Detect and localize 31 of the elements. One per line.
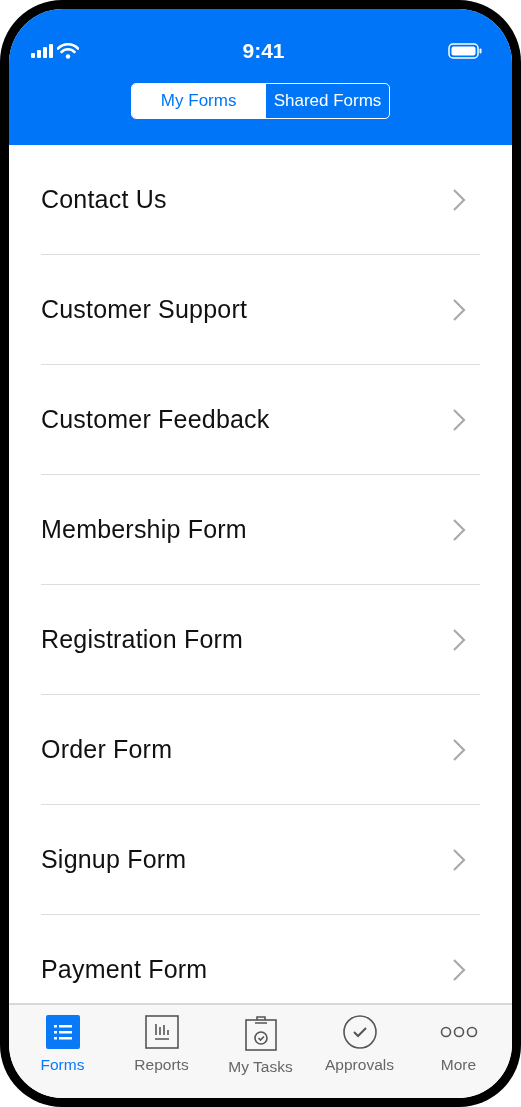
bar-chart-icon [144,1015,179,1049]
list-icon [45,1015,80,1049]
chevron-icon [452,737,466,762]
chevron-icon [452,187,466,212]
chevron-icon [452,957,466,982]
segment-tab[interactable]: Shared Forms [265,84,390,118]
form-title[interactable]: Membership Form [41,510,247,549]
clipboard-icon [244,1015,277,1051]
wifi-icon [57,43,79,59]
clock-time: 9:41 [242,38,285,65]
checkmark-circle-icon [342,1015,377,1049]
form-title[interactable]: Customer Support [41,290,248,329]
segment-tab[interactable]: My Forms [131,84,266,118]
tab-bar-item[interactable]: Approvals [314,1015,405,1098]
form-title[interactable]: Payment Form [41,950,208,989]
chevron-icon [452,517,466,542]
form-title[interactable]: Order Form [41,730,173,769]
form-title[interactable]: Signup Form [41,840,187,879]
chevron-icon [452,297,466,322]
tab-bar-item[interactable]: Reports [116,1015,207,1098]
tab-bar-item[interactable]: More [413,1015,504,1098]
form-title[interactable]: Registration Form [41,620,244,659]
chevron-icon [452,407,466,432]
tab-bar-item[interactable]: My Tasks [215,1015,306,1098]
chevron-icon [452,847,466,872]
form-title[interactable]: Customer Feedback [41,400,270,439]
tab-bar-item[interactable]: Forms [17,1015,108,1098]
form-title[interactable]: Contact Us [41,180,167,219]
battery-icon [448,43,482,59]
signal-icon [31,44,53,58]
chevron-icon [452,627,466,652]
